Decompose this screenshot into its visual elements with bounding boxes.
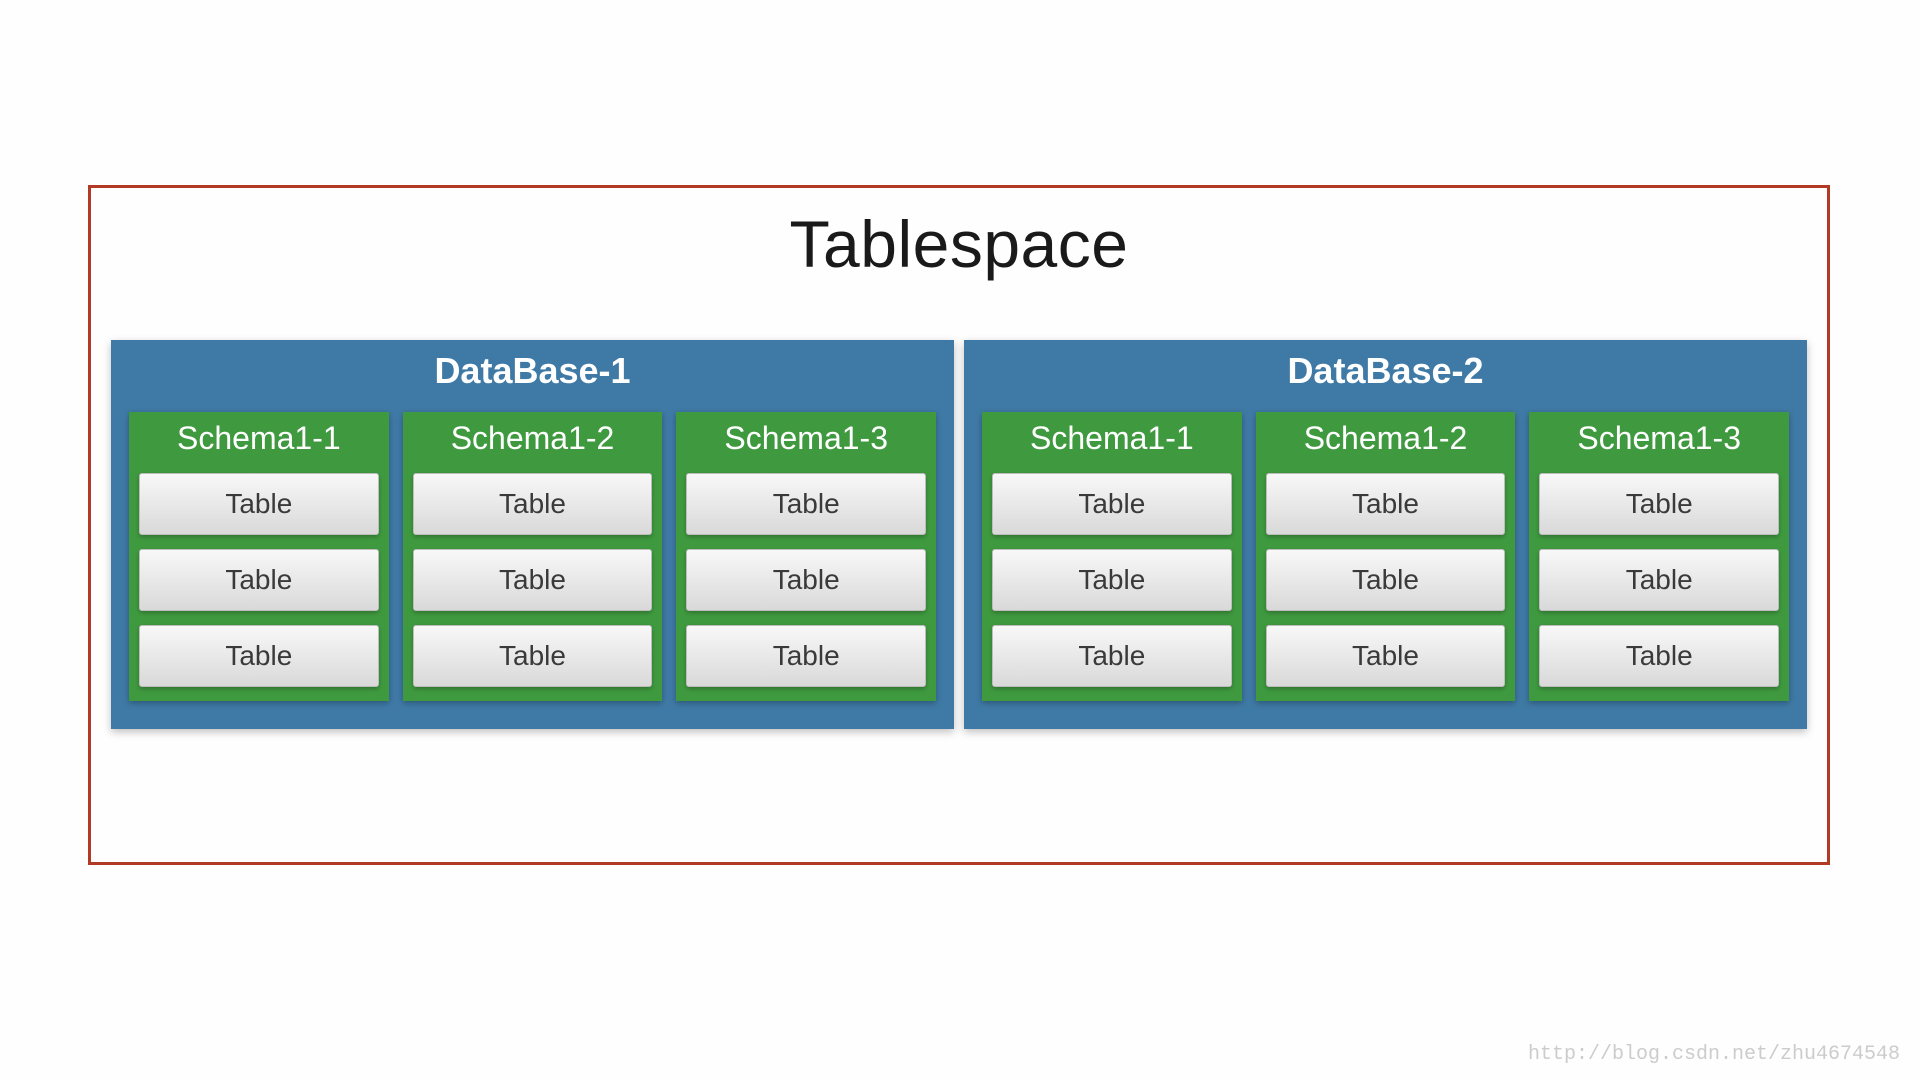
schema-1-3-title: Schema1-3 xyxy=(686,412,926,473)
table-item: Table xyxy=(413,625,653,687)
schema-2-2: Schema1-2 Table Table Table xyxy=(1256,412,1516,701)
database-row: DataBase-1 Schema1-1 Table Table Table S… xyxy=(91,340,1827,729)
table-item: Table xyxy=(1539,625,1779,687)
table-item: Table xyxy=(686,473,926,535)
table-item: Table xyxy=(1266,549,1506,611)
schema-2-2-title: Schema1-2 xyxy=(1266,412,1506,473)
table-item: Table xyxy=(1266,473,1506,535)
table-item: Table xyxy=(992,625,1232,687)
schema-1-1: Schema1-1 Table Table Table xyxy=(129,412,389,701)
table-item: Table xyxy=(413,549,653,611)
schema-2-1-tables: Table Table Table xyxy=(992,473,1232,687)
table-item: Table xyxy=(992,473,1232,535)
table-item: Table xyxy=(992,549,1232,611)
schema-2-2-tables: Table Table Table xyxy=(1266,473,1506,687)
schema-2-3-title: Schema1-3 xyxy=(1539,412,1779,473)
database-1-schemas: Schema1-1 Table Table Table Schema1-2 Ta… xyxy=(129,412,936,701)
table-item: Table xyxy=(1266,625,1506,687)
database-2-schemas: Schema1-1 Table Table Table Schema1-2 Ta… xyxy=(982,412,1789,701)
schema-2-1-title: Schema1-1 xyxy=(992,412,1232,473)
tablespace-container: Tablespace DataBase-1 Schema1-1 Table Ta… xyxy=(88,185,1830,865)
table-item: Table xyxy=(686,625,926,687)
schema-1-1-title: Schema1-1 xyxy=(139,412,379,473)
watermark-text: http://blog.csdn.net/zhu4674548 xyxy=(1528,1043,1900,1066)
schema-2-3: Schema1-3 Table Table Table xyxy=(1529,412,1789,701)
tablespace-title: Tablespace xyxy=(91,206,1827,282)
schema-1-2-title: Schema1-2 xyxy=(413,412,653,473)
schema-2-3-tables: Table Table Table xyxy=(1539,473,1779,687)
slide: Tablespace DataBase-1 Schema1-1 Table Ta… xyxy=(0,0,1920,1080)
schema-1-3: Schema1-3 Table Table Table xyxy=(676,412,936,701)
database-1-title: DataBase-1 xyxy=(129,340,936,412)
database-2: DataBase-2 Schema1-1 Table Table Table S… xyxy=(964,340,1807,729)
database-2-title: DataBase-2 xyxy=(982,340,1789,412)
table-item: Table xyxy=(413,473,653,535)
schema-1-2: Schema1-2 Table Table Table xyxy=(403,412,663,701)
schema-1-3-tables: Table Table Table xyxy=(686,473,926,687)
table-item: Table xyxy=(139,473,379,535)
table-item: Table xyxy=(1539,549,1779,611)
database-1: DataBase-1 Schema1-1 Table Table Table S… xyxy=(111,340,954,729)
table-item: Table xyxy=(1539,473,1779,535)
table-item: Table xyxy=(686,549,926,611)
schema-1-2-tables: Table Table Table xyxy=(413,473,653,687)
table-item: Table xyxy=(139,549,379,611)
table-item: Table xyxy=(139,625,379,687)
schema-2-1: Schema1-1 Table Table Table xyxy=(982,412,1242,701)
schema-1-1-tables: Table Table Table xyxy=(139,473,379,687)
